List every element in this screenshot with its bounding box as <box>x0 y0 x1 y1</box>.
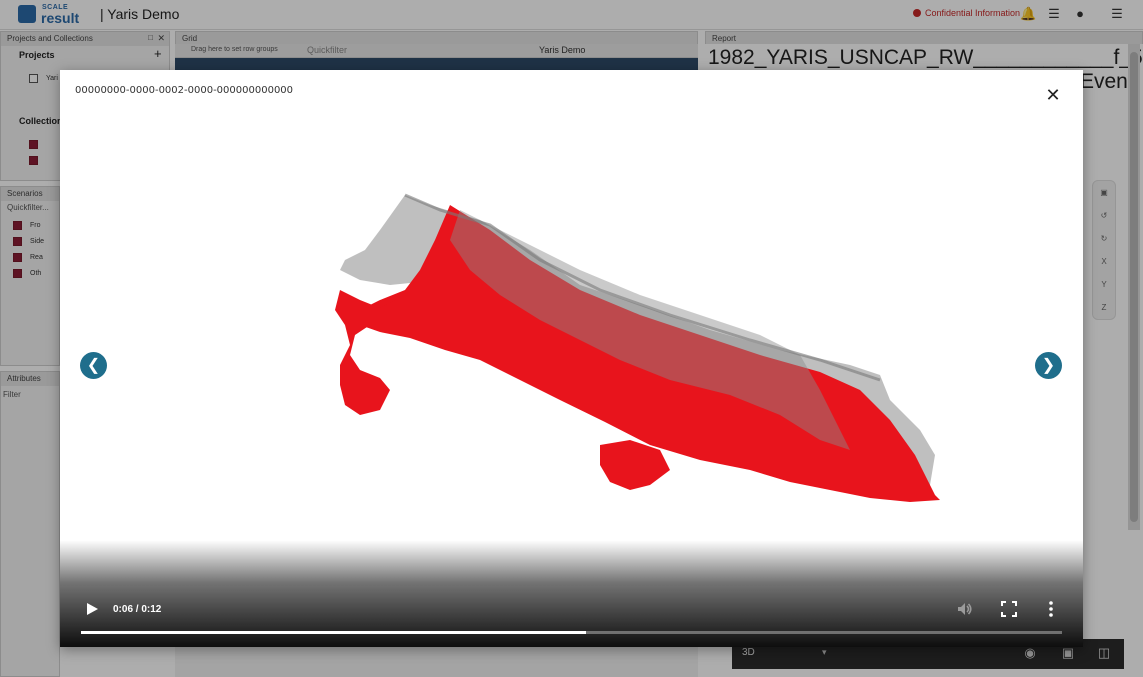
close-icon[interactable]: ✕ <box>1044 86 1062 104</box>
play-icon[interactable] <box>84 601 100 617</box>
fullscreen-icon[interactable] <box>1000 600 1018 618</box>
modal-id-label: 00000000-0000-0002-0000-000000000000 <box>75 85 294 96</box>
video-modal: 00000000-0000-0002-0000-000000000000 ✕ ❮… <box>60 70 1083 647</box>
video-progress-fill <box>81 631 587 634</box>
chevron-right-icon[interactable]: ❯ <box>1035 352 1062 379</box>
volume-icon[interactable] <box>956 600 974 618</box>
more-vert-icon[interactable] <box>1042 600 1060 618</box>
video-time: 0:06 / 0:12 <box>113 604 162 615</box>
chevron-left-icon[interactable]: ❮ <box>80 352 107 379</box>
model-red-curl <box>335 290 395 415</box>
video-player[interactable]: ❮ ❯ 0:06 / 0:12 <box>60 110 1083 647</box>
video-progress-track[interactable] <box>81 631 1062 634</box>
